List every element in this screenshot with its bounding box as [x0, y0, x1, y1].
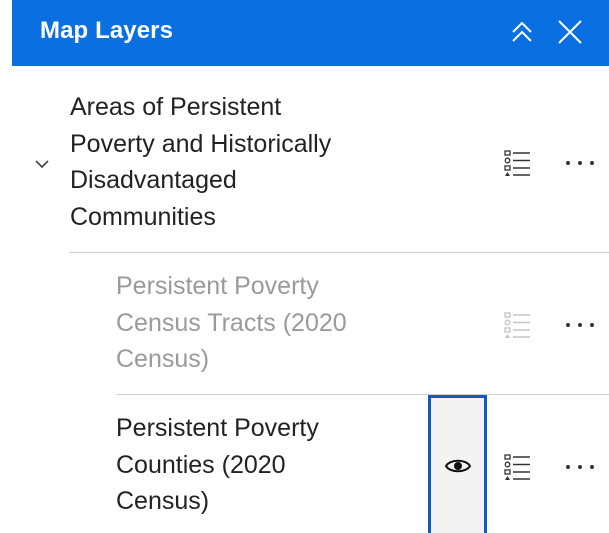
title-line: Poverty and Historically	[70, 129, 332, 158]
group-more-options-button[interactable]	[563, 148, 597, 178]
divider	[70, 252, 609, 253]
more-dots-icon	[566, 161, 594, 165]
title-line: Communities	[70, 202, 216, 231]
title-line: Persistent Poverty	[116, 414, 319, 442]
double-chevron-up-icon	[512, 21, 532, 42]
group-layer-title: Areas of Persistent Poverty and Historic…	[70, 89, 390, 235]
title-line: Disadvantaged	[70, 166, 237, 194]
close-icon	[558, 20, 582, 44]
legend-list-icon	[504, 150, 530, 176]
collapse-panel-button[interactable]	[504, 14, 540, 50]
counties-visibility-toggle[interactable]	[428, 395, 487, 533]
map-layers-panel: Map Layers Areas of Persistent Poverty a…	[0, 0, 609, 533]
divider	[116, 394, 609, 395]
chevron-down-icon	[35, 160, 49, 169]
group-legend-button[interactable]	[501, 148, 531, 178]
legend-list-icon	[504, 454, 530, 480]
panel-title: Map Layers	[40, 17, 174, 44]
census-tracts-legend-button[interactable]	[501, 310, 531, 340]
child-layer-title-census-tracts: Persistent Poverty Census Tracts (2020 C…	[116, 268, 406, 378]
census-tracts-more-options-button[interactable]	[563, 310, 597, 340]
eye-icon	[444, 459, 471, 472]
title-line: Census Tracts (2020	[116, 308, 347, 337]
title-line: Census)	[116, 345, 210, 373]
more-dots-icon	[566, 323, 594, 327]
panel-header: Map Layers	[12, 0, 609, 66]
close-panel-button[interactable]	[552, 14, 588, 50]
expand-group-toggle[interactable]	[34, 157, 50, 169]
title-line: Counties (2020	[116, 450, 286, 479]
more-dots-icon	[566, 465, 594, 469]
child-layer-title-counties: Persistent Poverty Counties (2020 Census…	[116, 410, 406, 520]
title-line: Persistent Poverty	[116, 272, 319, 300]
counties-legend-button[interactable]	[501, 452, 531, 482]
title-line: Areas of Persistent	[70, 93, 282, 121]
counties-more-options-button[interactable]	[563, 452, 597, 482]
title-line: Census)	[116, 487, 210, 515]
legend-list-icon	[504, 312, 530, 338]
